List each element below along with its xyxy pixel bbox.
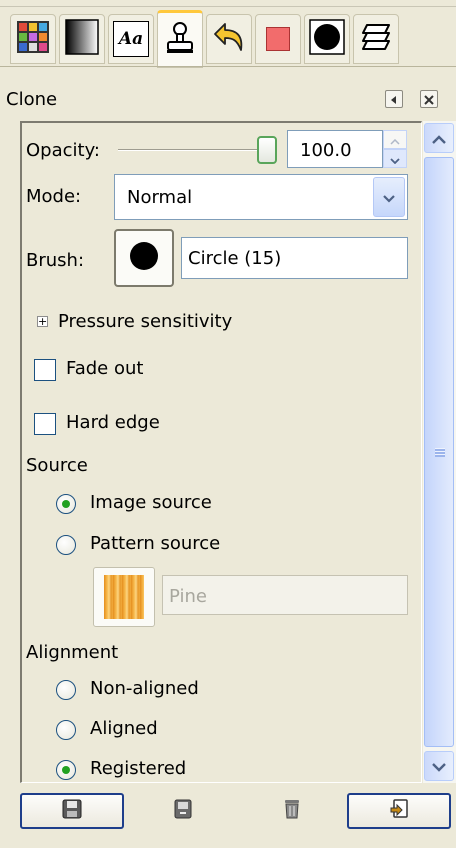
image-source-radio[interactable] (56, 494, 76, 514)
fonts-tab[interactable]: Aa (108, 14, 154, 64)
restore-icon (172, 798, 194, 825)
fade-out-label[interactable]: Fade out (66, 358, 143, 379)
alignment-heading: Alignment (26, 642, 119, 663)
patterns-tab[interactable] (10, 14, 56, 64)
chevron-down-icon (390, 148, 400, 169)
brush-circle-icon (309, 18, 345, 60)
aligned-radio[interactable] (56, 720, 76, 740)
layers-tab[interactable] (353, 14, 399, 64)
tab-menu-icon (389, 89, 399, 110)
trash-icon (282, 798, 302, 825)
vertical-scrollbar[interactable] (423, 121, 456, 783)
reset-icon (388, 798, 410, 825)
non-aligned-radio[interactable] (56, 680, 76, 700)
scroll-up-button[interactable] (424, 123, 454, 153)
opacity-spin-buttons[interactable] (383, 130, 407, 168)
image-source-label[interactable]: Image source (90, 492, 212, 513)
expander-plus-icon[interactable]: + (37, 316, 48, 327)
pressure-sensitivity-expander[interactable]: Pressure sensitivity (58, 311, 232, 332)
scroll-down-button[interactable] (424, 751, 454, 781)
hard-edge-label[interactable]: Hard edge (66, 412, 160, 433)
pattern-source-label[interactable]: Pattern source (90, 533, 220, 554)
pattern-source-radio[interactable] (56, 535, 76, 555)
delete-options-button[interactable] (240, 793, 344, 829)
brushes-tab[interactable] (304, 14, 350, 64)
chevron-down-icon (383, 187, 395, 208)
restore-options-button[interactable] (131, 793, 235, 829)
mode-value: Normal (127, 187, 193, 208)
chevron-up-icon (432, 128, 446, 149)
tab-menu-button[interactable] (385, 90, 403, 108)
pattern-select-button[interactable] (93, 567, 155, 627)
pattern-name-field[interactable]: Pine (162, 575, 408, 615)
color-swatch-icon (266, 27, 290, 51)
layers-icon (359, 21, 393, 58)
registered-radio[interactable] (56, 760, 76, 780)
brush-label: Brush: (26, 250, 85, 271)
gradients-tab[interactable] (59, 14, 105, 64)
brush-circle-icon (127, 239, 161, 278)
clone-stamp-icon (165, 21, 195, 60)
scroll-thumb[interactable] (424, 157, 454, 747)
spin-up-button[interactable] (383, 130, 407, 149)
fade-out-checkbox[interactable] (34, 359, 56, 381)
font-icon: Aa (113, 21, 149, 57)
opacity-spin-input[interactable]: 100.0 (287, 130, 383, 168)
chevron-up-icon (390, 129, 400, 150)
undo-history-tab[interactable] (206, 14, 252, 64)
opacity-label: Opacity: (26, 140, 100, 161)
save-icon (61, 798, 83, 825)
undo-history-icon (211, 20, 247, 59)
brush-name-field[interactable]: Circle (15) (181, 237, 408, 279)
gradient-icon (65, 18, 99, 60)
close-icon (424, 89, 434, 110)
pine-pattern-icon (104, 575, 144, 619)
brush-select-button[interactable] (114, 229, 174, 287)
save-options-button[interactable] (20, 793, 124, 829)
hard-edge-checkbox[interactable] (34, 413, 56, 435)
opacity-slider-handle[interactable] (257, 136, 277, 164)
grip-icon (435, 448, 445, 457)
mode-combo[interactable]: Normal (114, 174, 408, 220)
mode-dropdown-button[interactable] (373, 177, 405, 217)
chevron-down-icon (432, 756, 446, 777)
dock-title: Clone (6, 89, 58, 110)
source-heading: Source (26, 455, 88, 476)
aligned-label[interactable]: Aligned (90, 718, 158, 739)
dock-tab-bar: Aa (0, 0, 456, 76)
patterns-icon (17, 20, 49, 58)
fg-color-tab[interactable] (255, 14, 301, 64)
reset-options-button[interactable] (347, 793, 451, 829)
spin-down-button[interactable] (383, 149, 407, 168)
close-dock-button[interactable] (420, 90, 438, 108)
registered-label[interactable]: Registered (90, 758, 186, 779)
tool-options-tab[interactable] (157, 10, 203, 68)
non-aligned-label[interactable]: Non-aligned (90, 678, 199, 699)
mode-label: Mode: (26, 186, 82, 207)
tool-options-panel (20, 121, 422, 783)
